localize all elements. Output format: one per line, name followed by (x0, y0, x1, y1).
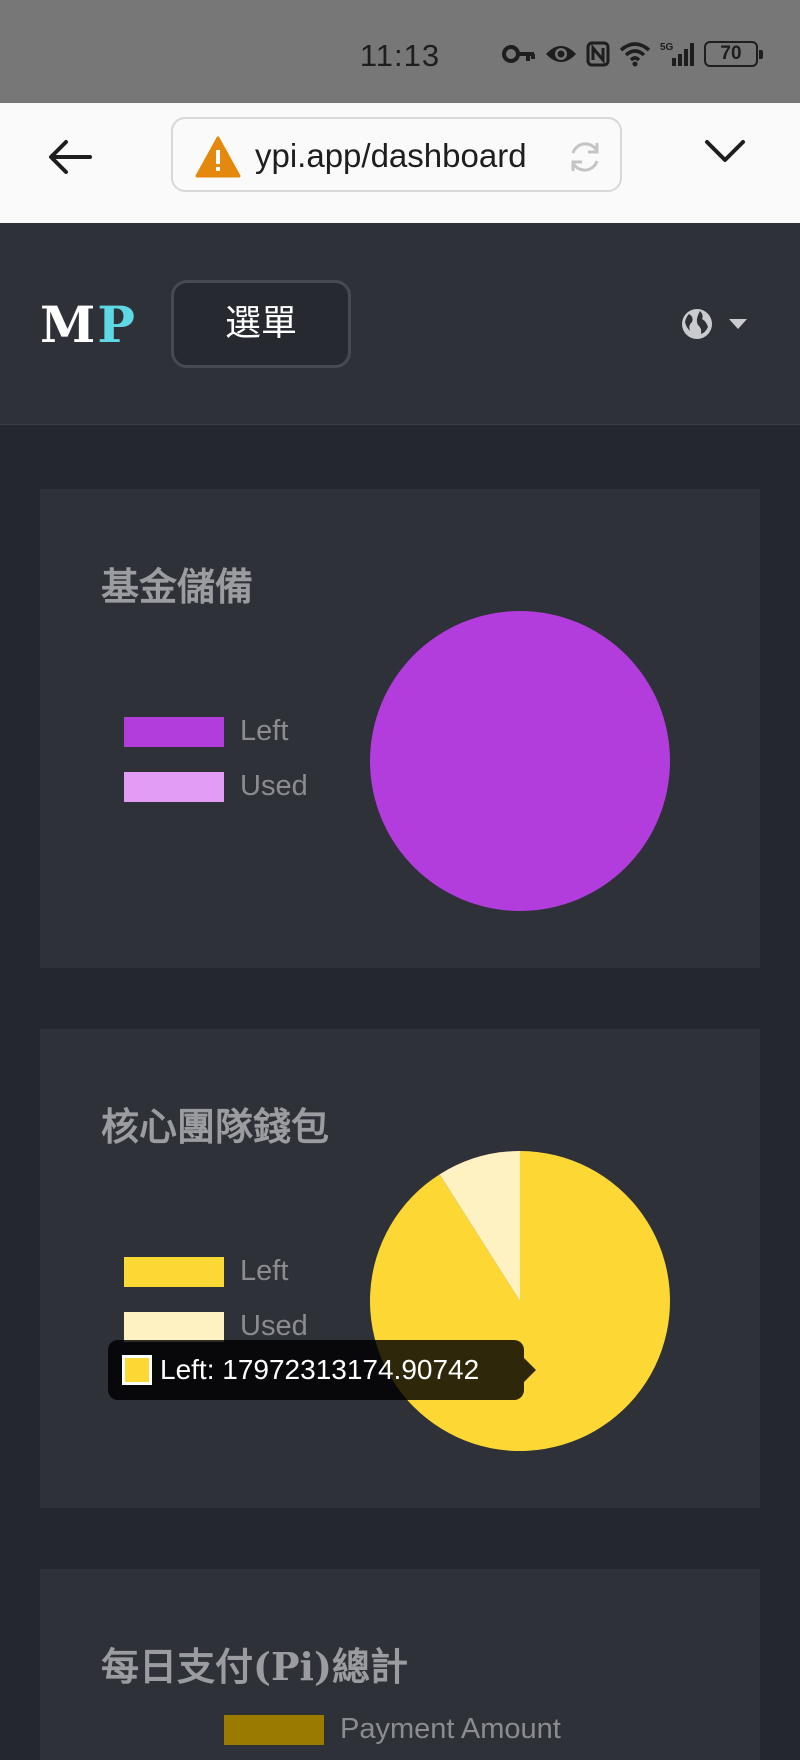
eye-icon (546, 46, 576, 62)
browser-toolbar: ypi.app/dashboard (0, 103, 800, 223)
legend-item-used[interactable]: Used (124, 770, 308, 803)
legend-item-left[interactable]: Left (124, 1255, 288, 1288)
tooltip-text: Left: 17972313174.90742 (160, 1354, 480, 1385)
card-title: 每日支付(Pi)總計 (101, 1644, 408, 1689)
pie-chart[interactable] (367, 1148, 673, 1454)
status-bar: 11:13 5G 70 (0, 0, 800, 103)
fund-reserve-card: 基金儲備 Left Used (40, 489, 760, 968)
legend-swatch (124, 771, 224, 802)
legend-swatch (124, 1256, 224, 1287)
signal-icon: 5G (660, 42, 694, 66)
reload-icon[interactable] (567, 139, 603, 175)
daily-payment-card: 每日支付(Pi)總計 Payment Amount (40, 1569, 760, 1760)
logo-letter-p: P (97, 295, 137, 354)
svg-text:5G: 5G (660, 42, 674, 53)
caret-down-icon (729, 319, 747, 329)
core-team-wallet-card: 核心團隊錢包 Left Used (40, 1029, 760, 1508)
app-header: MP 選單 (0, 223, 800, 425)
reload-button[interactable] (553, 131, 613, 183)
battery-indicator: 70 (704, 41, 763, 67)
legend-swatch (124, 1311, 224, 1342)
address-bar[interactable]: ypi.app/dashboard (171, 117, 622, 192)
legend-swatch (224, 1714, 324, 1745)
warning-icon[interactable] (195, 136, 241, 178)
wifi-icon (619, 42, 651, 67)
legend-label: Left (240, 1255, 289, 1287)
chevron-down-icon[interactable] (704, 137, 746, 165)
language-selector[interactable] (680, 307, 748, 341)
card-title: 核心團隊錢包 (101, 1104, 330, 1149)
legend-item-left[interactable]: Left (124, 715, 288, 748)
legend-label: Used (240, 1310, 308, 1342)
legend-label: Left (240, 715, 289, 747)
logo[interactable]: MP (40, 295, 137, 354)
tooltip-swatch (122, 1355, 152, 1385)
pie-chart[interactable] (367, 608, 673, 914)
legend-label: Used (240, 770, 308, 802)
url-text[interactable]: ypi.app/dashboard (255, 137, 527, 175)
legend-swatch (124, 716, 224, 747)
legend-item-payment-amount[interactable]: Payment Amount (224, 1713, 561, 1746)
legend-label: Payment Amount (340, 1713, 561, 1745)
card-title: 基金儲備 (101, 564, 254, 609)
chart-tooltip: Left: 17972313174.90742 (108, 1340, 536, 1400)
status-icons: 5G 70 (502, 40, 763, 68)
legend-item-used[interactable]: Used (124, 1310, 308, 1343)
key-icon (502, 45, 535, 63)
globe-icon (682, 309, 712, 339)
nfc-icon (586, 41, 610, 67)
menu-button[interactable]: 選單 (171, 280, 351, 368)
pie-slice-left[interactable] (370, 611, 670, 911)
logo-letter-m: M (40, 295, 98, 354)
back-arrow-icon[interactable] (46, 133, 94, 181)
